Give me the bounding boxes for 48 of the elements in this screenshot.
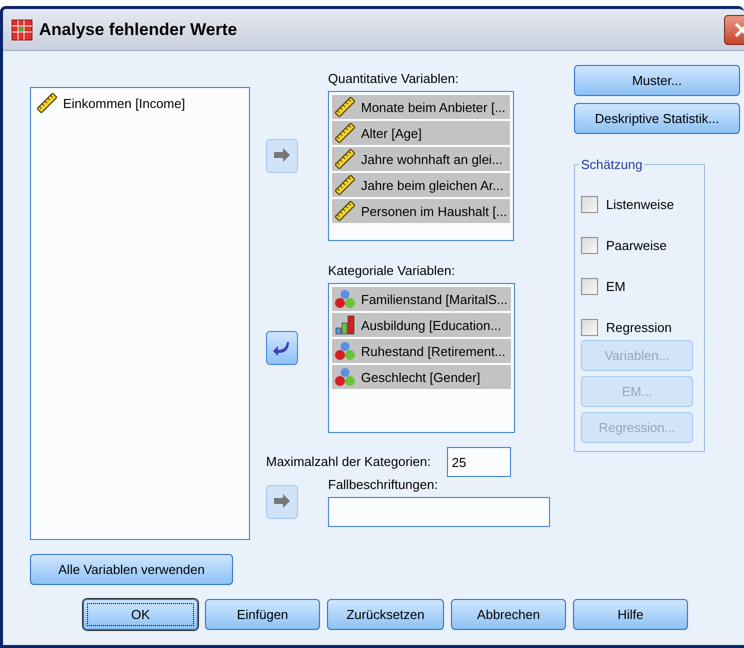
checkbox-label: Regression	[606, 320, 672, 335]
list-label: Quantitative Variablen:	[328, 71, 460, 87]
field-label: Maximalzahl der Kategorien:	[266, 454, 431, 470]
dialog-button[interactable]: Muster...	[574, 65, 740, 96]
variable-item[interactable]: Einkommen [Income]	[34, 91, 246, 115]
checkbox-label: Paarweise	[606, 238, 667, 253]
variable-item[interactable]: Ruhestand [Retirement...	[332, 339, 511, 363]
field-label: Fallbeschriftungen:	[328, 477, 439, 493]
dialog-button[interactable]: Abbrechen	[451, 599, 566, 630]
variable-item[interactable]: Alter [Age]	[332, 121, 510, 145]
case-labels-field[interactable]	[328, 497, 550, 527]
variable-item[interactable]: Personen im Haushalt [...	[332, 199, 510, 223]
list-label: Kategoriale Variablen:	[328, 263, 456, 279]
dialog-button[interactable]: Deskriptive Statistik...	[574, 103, 740, 134]
checkbox[interactable]	[581, 237, 598, 254]
variable-item[interactable]: Ausbildung [Education...	[332, 313, 511, 337]
checkbox-label: EM	[606, 279, 626, 294]
circles-icon	[335, 367, 355, 387]
circles-icon	[335, 289, 355, 309]
dialog-button[interactable]: Hilfe	[573, 599, 688, 630]
variable-item[interactable]: Jahre beim gleichen Ar...	[332, 173, 510, 197]
checkbox[interactable]	[581, 278, 598, 295]
dialog-button[interactable]: OK	[83, 599, 198, 630]
max-categories-field[interactable]: 25	[446, 447, 511, 477]
dialog-button[interactable]: Zurücksetzen	[327, 599, 444, 630]
source-variable-list[interactable]: Einkommen [Income]	[30, 87, 250, 540]
checkbox-label: Listenweise	[606, 197, 674, 212]
quantitative-variable-list[interactable]: Monate beim Anbieter [... Alter [Age] Jahre wohnhaft an glei... Jahre beim gleichen Ar... Personen im Haushalt [...	[328, 91, 514, 241]
window-title: Analyse fehlender Werte	[39, 20, 238, 40]
table-icon	[11, 18, 33, 40]
ruler-icon	[335, 149, 355, 169]
checkbox[interactable]	[581, 319, 598, 336]
use-all-variables-button[interactable]: Alle Variablen verwenden	[30, 554, 233, 585]
ruler-icon	[335, 175, 355, 195]
checkbox[interactable]	[581, 196, 598, 213]
circles-icon	[335, 341, 355, 361]
categorical-variable-list[interactable]: Familienstand [MaritalS... Ausbildung [Education... Ruhestand [Retirement... Geschlecht [Gender]	[328, 283, 515, 433]
ruler-icon	[335, 123, 355, 143]
variable-item[interactable]: Familienstand [MaritalS...	[332, 287, 511, 311]
dialog-button[interactable]: Einfügen	[205, 599, 320, 630]
ruler-icon	[335, 201, 355, 221]
variable-item[interactable]: Jahre wohnhaft an glei...	[332, 147, 510, 171]
bar-chart-icon	[335, 315, 355, 335]
ruler-icon	[335, 97, 355, 117]
move-button[interactable]	[266, 331, 298, 365]
variable-item[interactable]: Geschlecht [Gender]	[332, 365, 511, 389]
variable-item[interactable]: Monate beim Anbieter [...	[332, 95, 510, 119]
group-title: Schätzung	[580, 157, 644, 172]
